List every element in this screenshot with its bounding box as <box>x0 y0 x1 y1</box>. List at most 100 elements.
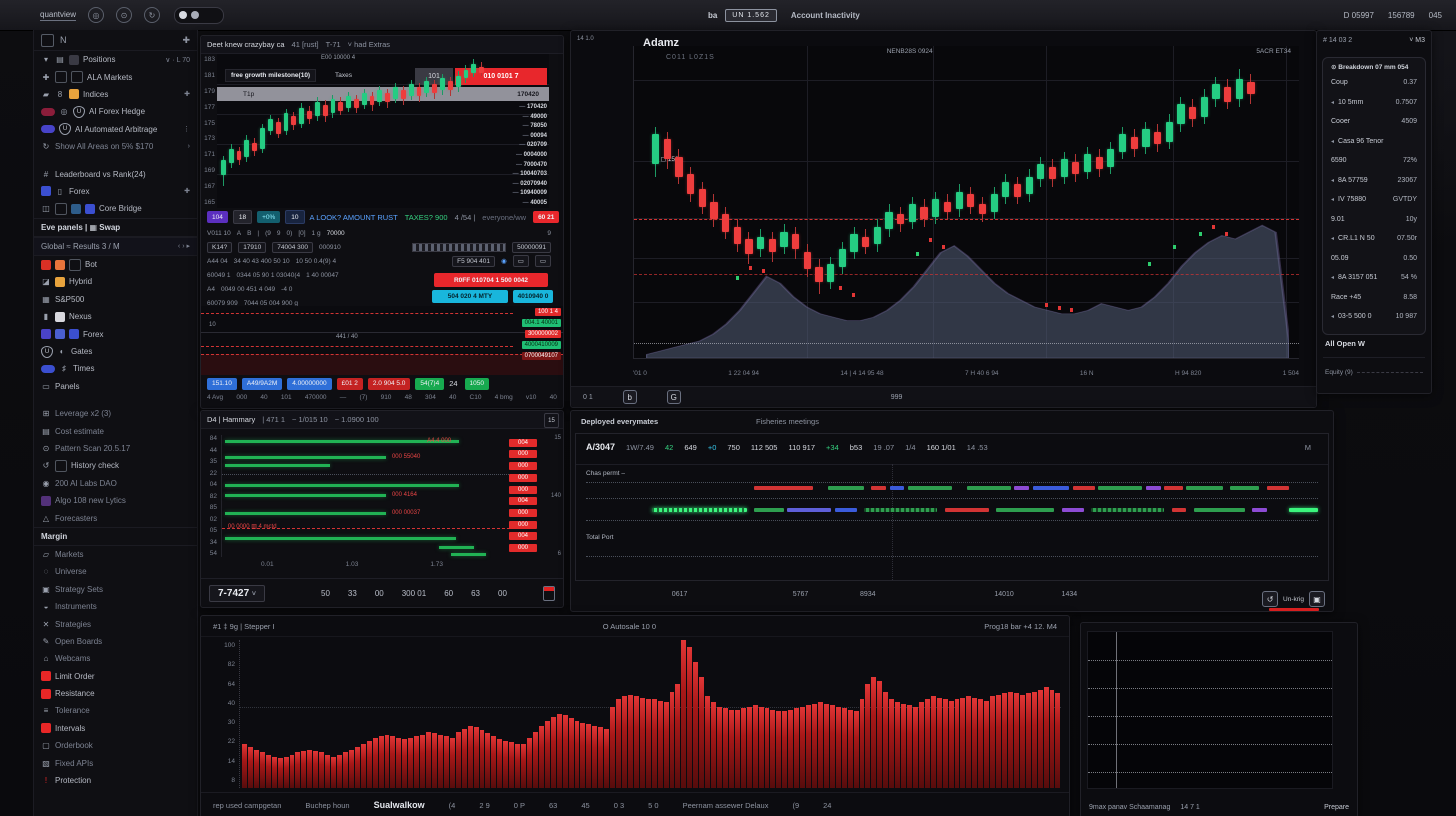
mini-chart[interactable] <box>1087 631 1333 789</box>
candlestick-chart[interactable]: E00 10000 4 free growth milestone(10) Ta… <box>217 54 549 208</box>
sidebar-item[interactable]: ▧Fixed APIs <box>34 754 197 771</box>
sidebar-item[interactable]: Bot <box>34 256 197 273</box>
action-button[interactable]: A49/9A2M <box>242 378 282 390</box>
detail-row[interactable]: ◂8A 3157 05154 % <box>1323 268 1425 288</box>
app-brand[interactable]: quantview <box>40 10 76 21</box>
buy-button[interactable]: 504 020 4 MTY <box>432 290 508 303</box>
tab-deployed[interactable]: Deployed everymates <box>581 417 658 426</box>
sidebar-item[interactable]: Resistance <box>34 685 197 702</box>
sidebar-item[interactable]: ▮Nexus <box>34 308 197 325</box>
sidebar-item[interactable]: ◉200 AI Labs DAO <box>34 475 197 492</box>
detail-row[interactable]: ◂8A 5775923067 <box>1323 171 1425 191</box>
expand-button[interactable]: 15 <box>544 413 559 428</box>
toolbar-button[interactable]: TAXES? 900 <box>405 213 448 222</box>
sidebar-item[interactable]: ▭Panels <box>34 378 197 395</box>
sidebar-item[interactable]: !Protection <box>34 772 197 789</box>
sidebar-item[interactable]: ▤Cost estimate <box>34 422 197 439</box>
action-button[interactable]: 1050 <box>465 378 489 390</box>
sidebar-item[interactable]: ◒Instruments <box>34 598 197 615</box>
detail-row[interactable]: 659072% <box>1323 151 1425 171</box>
detail-row[interactable]: Race +458.58 <box>1323 288 1425 308</box>
watchlist-search[interactable]: N ✚ <box>34 30 197 51</box>
sidebar-item[interactable]: ✕Strategies <box>34 615 197 632</box>
sell-button[interactable]: R0FF 010704 1 500 0042 <box>434 273 548 287</box>
sidebar-item[interactable]: ↺History check <box>34 457 197 474</box>
sidebar-item[interactable]: ▰8Indices✚ <box>34 86 197 103</box>
sidebar-item[interactable]: Intervals <box>34 720 197 737</box>
shield-icon[interactable]: G <box>667 390 681 404</box>
sidebar-item[interactable]: ⊞Leverage x2 (3) <box>34 405 197 422</box>
sidebar-item[interactable]: Global ≈ Results 3 / M‹ › ▸ <box>34 237 197 256</box>
sidebar-item[interactable]: ▯Forex✚ <box>34 183 197 200</box>
detail-row[interactable]: Coup0.37 <box>1323 73 1425 93</box>
toolbar-button[interactable]: +0% <box>257 211 280 223</box>
sidebar-item[interactable]: ✚ALA Markets <box>34 68 197 85</box>
sidebar-item[interactable]: ▱Markets <box>34 546 197 563</box>
detail-row[interactable]: ◂IV 75880GVTDY <box>1323 190 1425 210</box>
sidebar-item[interactable]: ◎UAI Forex Hedge <box>34 103 197 120</box>
sidebar-item[interactable]: ✎Open Boards <box>34 633 197 650</box>
refresh-icon[interactable]: ↺ <box>1262 591 1278 607</box>
sidebar-item[interactable]: ▦S&P500 <box>34 291 197 308</box>
toolbar-button[interactable]: A LOOK? AMOUNT RUST <box>310 213 398 222</box>
detail-row[interactable]: Cooer4509 <box>1323 112 1425 132</box>
order-form-row[interactable]: K14?1791074004 30000091050000091 <box>201 240 563 254</box>
sidebar-item[interactable]: ↻Show All Areas on 5% $170› <box>34 138 197 155</box>
buy-alt-button[interactable]: 4010940 0 <box>513 290 553 303</box>
value-selector[interactable]: 7-7427 ˅ <box>209 585 265 602</box>
refresh-icon[interactable]: ↻ <box>144 7 160 23</box>
panel-menu-button[interactable]: ˅ M3 <box>1409 37 1425 44</box>
main-plot[interactable]: C011 L0Z1S NENB28S 0924 5ACR ET34 ◻ 150 <box>633 46 1299 359</box>
tab-history[interactable]: Fisheries meetings <box>756 417 819 426</box>
sidebar-item[interactable]: ▣Strategy Sets <box>34 581 197 598</box>
sidebar-item[interactable]: ≡Tolerance <box>34 702 197 719</box>
detail-row[interactable]: ◂10 5mm0.7507 <box>1323 93 1425 113</box>
toolbar-button[interactable]: 10 <box>285 210 304 224</box>
sidebar-item[interactable]: △Forecasters <box>34 509 197 526</box>
battery-icon[interactable] <box>543 586 555 601</box>
sidebar-item[interactable]: U◐Gates <box>34 343 197 360</box>
sidebar-item[interactable]: ♯Times <box>34 360 197 377</box>
filter-tabs[interactable]: All Open W <box>1325 339 1365 348</box>
detail-row[interactable]: ◂Casa 96 Tenor <box>1323 132 1425 152</box>
detail-row[interactable]: 05.090.50 <box>1323 249 1425 269</box>
toolbar-button[interactable]: everyone/ww <box>482 213 526 222</box>
bell-icon[interactable]: b <box>623 390 637 404</box>
sidebar-item[interactable]: ⌂Webcams <box>34 650 197 667</box>
sidebar-item[interactable]: ◫Core Bridge <box>34 200 197 217</box>
action-button[interactable]: £01 2 <box>337 378 363 390</box>
toolbar-button[interactable]: 4 /54 | <box>455 213 476 222</box>
grid-icon[interactable]: ▣ <box>1309 591 1325 607</box>
add-symbol-button[interactable]: ✚ <box>182 35 190 46</box>
sidebar-item[interactable]: Algo 108 new Lytics <box>34 492 197 509</box>
order-form-row[interactable]: A44 0434 40 43 400 50 1010 50 0.4(9) 4F5… <box>201 254 563 268</box>
sidebar-item[interactable]: ▢Orderbook <box>34 737 197 754</box>
sidebar-item[interactable]: ▾▤Positions∨ · L 70 <box>34 51 197 68</box>
globe-icon[interactable]: ⊙ <box>116 7 132 23</box>
action-button[interactable]: 2.0 904 5.0 <box>368 378 411 390</box>
sidebar-item[interactable]: ⊙Pattern Scan 20.5.17 <box>34 440 197 457</box>
toolbar-button[interactable]: 18 <box>233 210 252 224</box>
histogram-plot[interactable] <box>239 640 1061 788</box>
action-button[interactable]: 151.10 <box>207 378 237 390</box>
sidebar-item[interactable]: Limit Order <box>34 668 197 685</box>
live-ticker-button[interactable]: UN 1.562 <box>725 9 777 22</box>
prepare-button[interactable]: Prepare <box>1324 804 1349 811</box>
action-button[interactable]: 24 <box>449 379 457 388</box>
detail-row[interactable]: ◂CR.L1 N 5007.50r <box>1323 229 1425 249</box>
action-button[interactable]: 4.00000000 <box>287 378 331 390</box>
detail-row[interactable]: ◂03-5 500 010 987 <box>1323 307 1425 327</box>
detail-row[interactable]: 9.0110y <box>1323 210 1425 230</box>
toolbar-button[interactable]: 104 <box>207 211 228 223</box>
sidebar-item[interactable]: #Leaderboard vs Rank(24) <box>34 165 197 182</box>
theme-toggle[interactable] <box>174 7 224 24</box>
broadcast-icon[interactable]: ◎ <box>88 7 104 23</box>
sidebar-item[interactable]: ◪Hybrid <box>34 273 197 290</box>
header-left[interactable]: #1 ‡ 9g | Stepper I <box>213 622 275 631</box>
sidebar-item[interactable]: Forex <box>34 325 197 342</box>
order-form-row[interactable]: V011 10AB|(990)[0]1 g700009 <box>201 226 563 240</box>
action-button[interactable]: 54(7)4 <box>415 378 444 390</box>
toolbar-button[interactable]: 60 21 <box>533 211 559 223</box>
sidebar-item[interactable]: ◌Universe <box>34 563 197 580</box>
sidebar-item[interactable]: UAI Automated Arbitrage⋮ <box>34 121 197 138</box>
